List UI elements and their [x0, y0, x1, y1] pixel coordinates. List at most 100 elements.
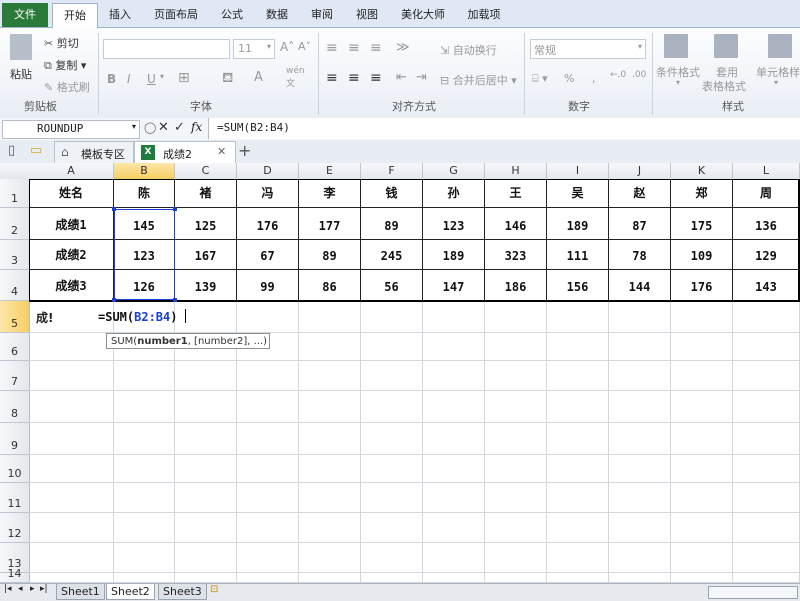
table-cell[interactable]: 167: [175, 240, 237, 270]
currency-icon[interactable]: ⌸ ▾: [532, 72, 548, 86]
table-cell[interactable]: 146: [485, 208, 547, 240]
select-all-corner[interactable]: [0, 163, 30, 180]
table-cell[interactable]: [485, 483, 547, 513]
table-cell[interactable]: [237, 455, 299, 483]
indent-increase-icon[interactable]: ⇥: [416, 70, 427, 85]
align-center-icon[interactable]: ≡: [348, 70, 360, 86]
table-cell[interactable]: [671, 391, 733, 423]
align-middle-icon[interactable]: ≡: [348, 40, 360, 56]
align-top-icon[interactable]: ≡: [326, 40, 338, 56]
table-cell[interactable]: [485, 543, 547, 573]
table-cell[interactable]: [29, 483, 114, 513]
table-cell[interactable]: 郑: [671, 179, 733, 208]
table-cell[interactable]: 175: [671, 208, 733, 240]
table-cell[interactable]: 176: [237, 208, 299, 240]
table-cell[interactable]: 姓名: [29, 179, 114, 208]
table-cell[interactable]: 156: [547, 270, 609, 301]
align-right-icon[interactable]: ≡: [370, 70, 382, 86]
next-sheet-icon[interactable]: ▸: [30, 584, 35, 594]
table-cell[interactable]: 冯: [237, 179, 299, 208]
table-cell[interactable]: [29, 455, 114, 483]
table-cell[interactable]: 123: [423, 208, 485, 240]
table-cell[interactable]: 143: [733, 270, 800, 301]
table-cell[interactable]: [299, 333, 361, 361]
table-cell[interactable]: [423, 455, 485, 483]
row-header[interactable]: 5: [0, 301, 30, 333]
column-header[interactable]: E: [299, 163, 361, 180]
bold-button[interactable]: B: [107, 72, 116, 86]
table-cell[interactable]: [175, 361, 237, 391]
table-cell[interactable]: [609, 483, 671, 513]
table-cell[interactable]: 87: [609, 208, 671, 240]
column-header[interactable]: A: [29, 163, 114, 180]
table-cell[interactable]: 67: [237, 240, 299, 270]
row-header[interactable]: 6: [0, 333, 30, 361]
table-cell[interactable]: 99: [237, 270, 299, 301]
table-cell[interactable]: [423, 301, 485, 333]
table-cell[interactable]: [671, 513, 733, 543]
table-cell[interactable]: [237, 513, 299, 543]
table-cell[interactable]: 323: [485, 240, 547, 270]
comma-button[interactable]: ,: [592, 72, 596, 85]
row-header[interactable]: 11: [0, 483, 30, 513]
tooltip-arg[interactable]: number1: [137, 336, 188, 347]
table-cell[interactable]: 86: [299, 270, 361, 301]
table-cell[interactable]: [29, 361, 114, 391]
table-cell[interactable]: [671, 423, 733, 455]
chevron-down-icon[interactable]: ▾: [676, 78, 680, 87]
table-cell[interactable]: 176: [671, 270, 733, 301]
table-cell[interactable]: 陈: [114, 179, 175, 208]
reference-handle[interactable]: [173, 298, 177, 302]
table-cell[interactable]: [671, 455, 733, 483]
row-header[interactable]: 9: [0, 423, 30, 455]
tab-home[interactable]: 开始: [52, 3, 98, 29]
underline-button[interactable]: U: [147, 72, 156, 86]
table-cell[interactable]: [361, 333, 423, 361]
table-cell[interactable]: [299, 423, 361, 455]
table-cell[interactable]: 褚: [175, 179, 237, 208]
table-cell[interactable]: 189: [547, 208, 609, 240]
table-cell[interactable]: [175, 513, 237, 543]
table-cell[interactable]: [299, 391, 361, 423]
table-cell[interactable]: [237, 573, 299, 583]
cell-b5-formula-editor[interactable]: =SUM(B2:B4): [98, 309, 187, 324]
percent-button[interactable]: %: [564, 72, 574, 85]
table-cell[interactable]: [609, 513, 671, 543]
table-cell[interactable]: [237, 423, 299, 455]
table-cell[interactable]: [361, 483, 423, 513]
last-sheet-icon[interactable]: ▸|: [40, 584, 48, 594]
table-cell[interactable]: 109: [671, 240, 733, 270]
column-header[interactable]: D: [237, 163, 299, 180]
table-cell[interactable]: [733, 543, 800, 573]
borders-icon[interactable]: ⊞: [178, 70, 190, 86]
folder-icon[interactable]: ▭: [30, 143, 42, 158]
table-cell[interactable]: [423, 391, 485, 423]
table-cell[interactable]: 189: [423, 240, 485, 270]
horizontal-scrollbar[interactable]: [708, 586, 798, 599]
table-cell[interactable]: [733, 455, 800, 483]
tab-insert[interactable]: 插入: [100, 4, 140, 26]
table-cell[interactable]: [733, 513, 800, 543]
cancel-icon[interactable]: ✕: [158, 120, 169, 135]
decrease-decimal-button[interactable]: .00: [632, 70, 646, 80]
close-icon[interactable]: ✕: [217, 145, 226, 158]
row-header[interactable]: 7: [0, 361, 30, 391]
chevron-down-icon[interactable]: ▾: [132, 122, 136, 131]
table-cell[interactable]: [299, 301, 361, 333]
table-cell[interactable]: [485, 513, 547, 543]
conditional-format-icon[interactable]: [664, 34, 688, 58]
row-header[interactable]: 3: [0, 240, 30, 270]
row-header[interactable]: 14: [0, 567, 30, 583]
new-document-icon[interactable]: ▯: [8, 143, 15, 158]
table-cell[interactable]: [485, 301, 547, 333]
table-cell[interactable]: [609, 573, 671, 583]
table-cell[interactable]: 钱: [361, 179, 423, 208]
column-header[interactable]: I: [547, 163, 609, 180]
copy-button[interactable]: ⧉ 复制 ▾: [44, 57, 86, 73]
table-cell[interactable]: 成绩3: [29, 270, 114, 301]
format-painter-button[interactable]: ✎ 格式刷: [44, 79, 90, 95]
increase-decimal-button[interactable]: ←.0: [610, 70, 626, 80]
table-cell[interactable]: [175, 455, 237, 483]
cell-styles-icon[interactable]: [768, 34, 792, 58]
table-cell[interactable]: [609, 333, 671, 361]
